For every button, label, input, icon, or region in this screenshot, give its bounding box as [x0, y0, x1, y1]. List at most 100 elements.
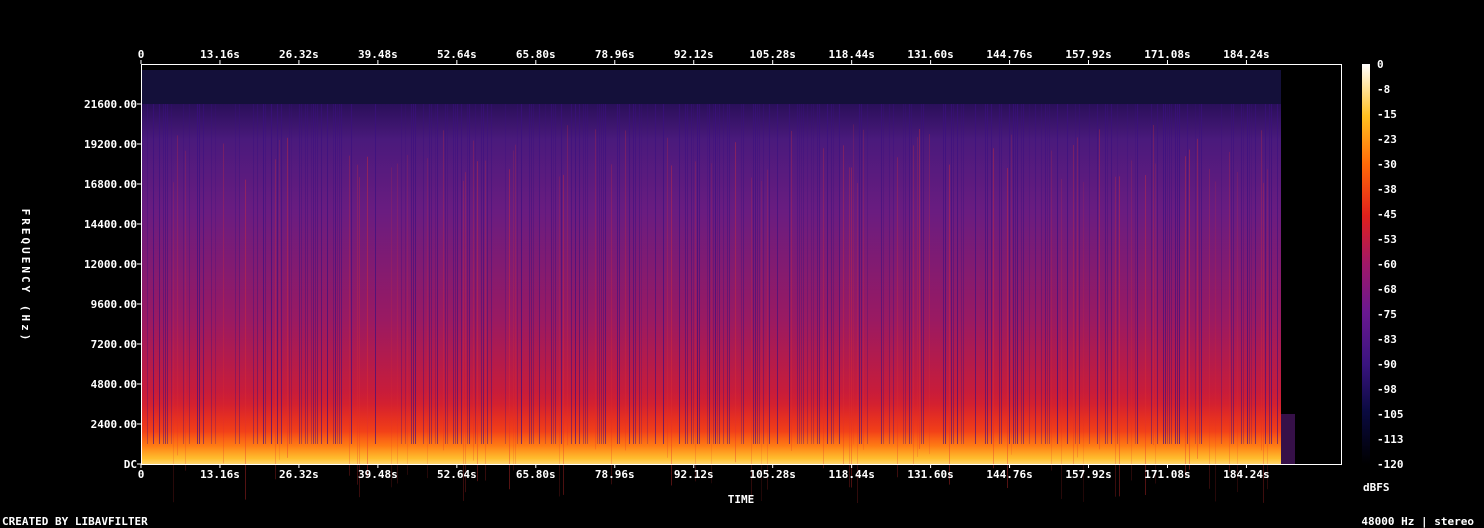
- spectral-stripe: [647, 104, 648, 444]
- colorbar-tick-label: -53: [1377, 233, 1397, 246]
- spectral-stripe: [1057, 104, 1058, 444]
- spectral-stripe: [177, 135, 178, 456]
- spectral-stripe: [517, 104, 518, 444]
- spectral-stripe: [1013, 104, 1014, 444]
- spectral-stripe: [531, 104, 532, 444]
- spectral-stripe: [253, 104, 254, 444]
- spectral-stripe: [317, 104, 318, 444]
- spectral-stripe: [911, 104, 912, 444]
- spectral-stripe: [349, 155, 350, 476]
- spectral-stripe: [1153, 124, 1154, 445]
- spectral-stripe: [1269, 104, 1270, 444]
- spectral-stripe: [263, 104, 264, 444]
- y-tick-label: 4800.00: [91, 378, 137, 391]
- spectral-stripe: [801, 104, 802, 444]
- x-tick-label-bottom: 0: [138, 468, 145, 481]
- spectral-stripe: [1163, 104, 1164, 444]
- spectral-stripe: [299, 104, 300, 444]
- spectral-stripe: [437, 104, 438, 444]
- x-tick-label-top: 92.12s: [674, 48, 714, 61]
- spectral-stripe: [477, 161, 478, 482]
- spectral-stripe: [833, 104, 834, 444]
- spectral-stripe: [223, 143, 224, 464]
- spectral-stripe: [457, 104, 458, 444]
- spectral-stripe: [921, 104, 922, 444]
- spectral-stripe: [1267, 169, 1268, 490]
- spectral-stripe: [711, 163, 712, 484]
- spectral-stripe: [819, 104, 820, 444]
- x-tick-label-top: 118.44s: [828, 48, 874, 61]
- spectrogram-chart: 0 13.16s 26.32s 39.48s 52.64s 65.80s 78.96s 92.…: [2, 48, 1474, 528]
- x-axis-bottom: 0 13.16s 26.32s 39.48s 52.64s 65.80s 78.96s 92.…: [138, 464, 1270, 481]
- spectral-stripe: [521, 104, 522, 444]
- x-tick-label-bottom: 131.60s: [907, 468, 953, 481]
- spectral-stripe: [337, 104, 338, 444]
- spectral-stripe: [1021, 104, 1022, 444]
- spectral-stripe: [597, 104, 598, 444]
- spectral-stripe: [685, 104, 686, 444]
- spectral-stripe: [603, 104, 604, 444]
- spectral-stripe: [561, 104, 562, 444]
- spectral-stripe: [1077, 137, 1078, 458]
- colorbar-ticks: 0 -8 -15 -23 -30 -38 -45 -53 -60 -68 -75 -83 -90 -98 -…: [1377, 58, 1404, 471]
- y-tick-label: 7200.00: [91, 338, 137, 351]
- spectral-stripe: [1237, 172, 1238, 493]
- spectral-stripe: [929, 134, 930, 455]
- colorbar-tick-label: -98: [1377, 383, 1397, 396]
- spectral-stripe: [305, 104, 306, 444]
- spectral-stripe: [197, 104, 198, 444]
- x-tick-label-bottom: 184.24s: [1223, 468, 1269, 481]
- x-tick-label-top: 144.76s: [986, 48, 1032, 61]
- spectral-stripe: [839, 104, 840, 444]
- spectral-stripe: [811, 104, 812, 444]
- x-tick-label-top: 131.60s: [907, 48, 953, 61]
- spectral-stripe: [287, 137, 288, 458]
- spectral-stripe: [533, 104, 534, 444]
- spectral-stripe: [509, 169, 510, 490]
- spectral-stripe: [173, 182, 174, 503]
- spectral-stripe: [185, 150, 186, 471]
- colorbar-tick-label: -23: [1377, 133, 1397, 146]
- spectral-stripe: [601, 104, 602, 444]
- spectral-stripe: [1145, 175, 1146, 496]
- spectral-stripe: [391, 167, 392, 488]
- spectral-stripe: [407, 154, 408, 475]
- colorbar-tick-label: -60: [1377, 258, 1397, 271]
- spectral-stripe: [867, 104, 868, 444]
- colorbar-tick-label: -83: [1377, 333, 1397, 346]
- spectral-stripe: [505, 104, 506, 444]
- spectral-stripe: [729, 104, 730, 444]
- spectral-stripe: [465, 172, 466, 493]
- spectral-stripe: [823, 148, 824, 469]
- spectral-stripe: [559, 176, 560, 497]
- spectral-stripe: [1009, 104, 1010, 444]
- spectral-stripe: [1001, 104, 1002, 444]
- x-tick-label-top: 157.92s: [1065, 48, 1111, 61]
- spectral-stripe: [759, 104, 760, 444]
- spectral-stripe: [1185, 156, 1186, 477]
- spectral-stripe: [695, 161, 696, 482]
- spectral-stripe: [639, 104, 640, 444]
- spectral-stripe: [791, 130, 792, 451]
- spectral-stripe: [751, 177, 752, 498]
- spectral-stripe: [159, 104, 160, 444]
- colorbar-tick-label: -113: [1377, 433, 1404, 446]
- y-tick-label: 19200.00: [84, 138, 137, 151]
- x-tick-label-top: 0: [138, 48, 145, 61]
- spectral-stripe: [993, 148, 994, 469]
- spectral-stripe: [1107, 104, 1108, 444]
- spectral-stripe: [1079, 104, 1080, 444]
- spectral-stripe: [743, 104, 744, 444]
- spectral-stripe: [1251, 104, 1252, 444]
- spectral-stripe: [239, 104, 240, 444]
- spectral-stripe: [753, 104, 754, 444]
- spectral-stripe: [691, 104, 692, 444]
- spectral-stripe: [679, 104, 680, 444]
- spectral-stripe: [313, 104, 314, 444]
- spectral-stripe: [1127, 104, 1128, 444]
- spectral-stripe: [1075, 104, 1076, 444]
- spectral-stripe: [485, 160, 486, 481]
- spectral-stripe: [789, 104, 790, 444]
- spectral-stripe: [719, 104, 720, 444]
- spectral-stripe: [1099, 129, 1100, 450]
